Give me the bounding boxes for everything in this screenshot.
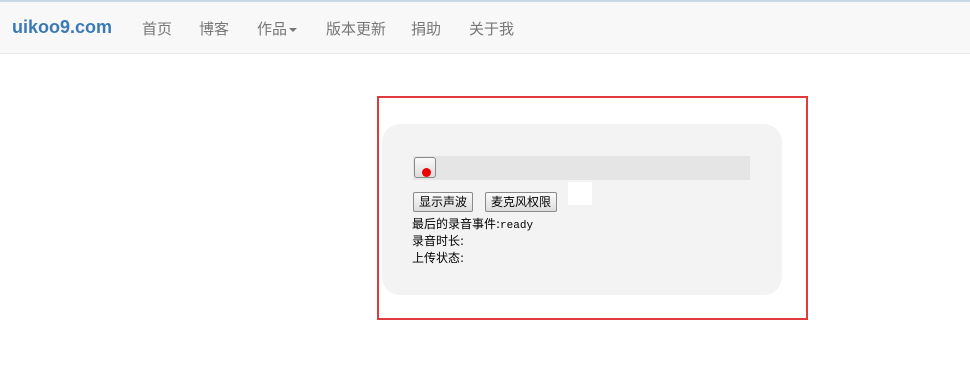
last-event-row: 最后的录音事件:ready xyxy=(412,215,533,232)
record-button[interactable] xyxy=(414,157,436,178)
record-dot-icon xyxy=(422,168,431,177)
show-wave-button[interactable]: 显示声波 xyxy=(413,192,474,212)
last-event-label: 最后的录音事件: xyxy=(412,217,501,231)
upload-status-label: 上传状态: xyxy=(412,251,465,265)
nav-item-about[interactable]: 关于我 xyxy=(469,18,514,39)
last-event-value: ready xyxy=(500,220,534,232)
nav-item-works-label: 作品 xyxy=(257,21,288,38)
nav-item-works-dropdown[interactable]: 作品 xyxy=(257,18,298,39)
wave-display-box xyxy=(568,182,592,205)
waveform-bar xyxy=(413,156,750,180)
caret-down-icon xyxy=(289,28,298,33)
mic-permission-button[interactable]: 麦克风权限 xyxy=(485,192,558,212)
top-navbar: uikoo9.com 首页 博客 作品 版本更新 捐助 关于我 xyxy=(0,2,970,54)
nav-item-blog[interactable]: 博客 xyxy=(199,18,229,39)
duration-label: 录音时长: xyxy=(412,234,465,248)
nav-item-donate[interactable]: 捐助 xyxy=(411,18,441,39)
nav-item-changelog[interactable]: 版本更新 xyxy=(326,18,386,39)
duration-row: 录音时长: xyxy=(412,232,464,249)
brand-link[interactable]: uikoo9.com xyxy=(12,17,112,38)
upload-status-row: 上传状态: xyxy=(412,249,464,266)
nav-item-home[interactable]: 首页 xyxy=(142,18,172,39)
